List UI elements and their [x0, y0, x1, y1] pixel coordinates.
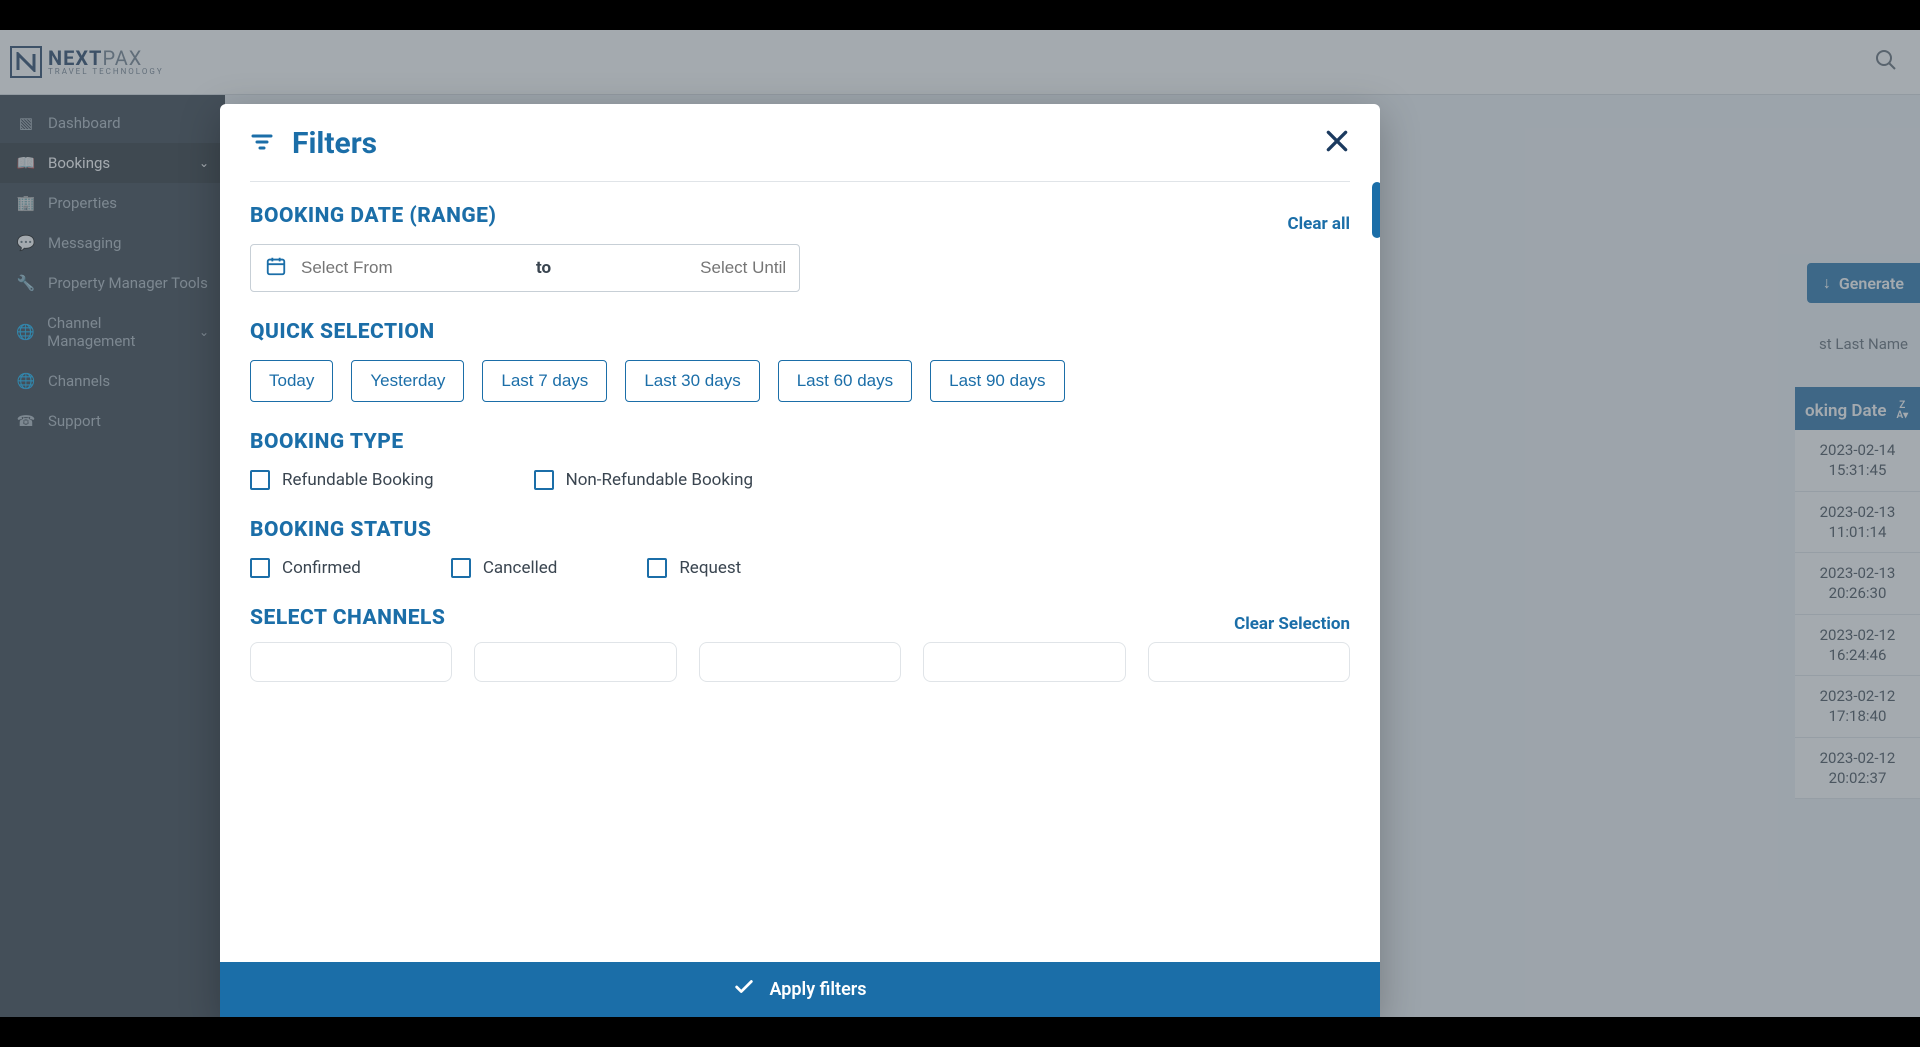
channel-card[interactable]	[250, 642, 452, 682]
sidebar-item-bookings[interactable]: 📖 Bookings ⌄	[0, 143, 225, 183]
sidebar-item-label: Properties	[48, 194, 117, 212]
sidebar-item-label: Support	[48, 412, 101, 430]
quick-90days-button[interactable]: Last 90 days	[930, 360, 1064, 402]
clear-all-link[interactable]: Clear all	[1288, 214, 1350, 234]
booking-status-row: Confirmed Cancelled Request	[250, 558, 1350, 578]
check-icon	[733, 976, 755, 1003]
channel-card[interactable]	[699, 642, 901, 682]
generate-label: Generate	[1839, 274, 1904, 293]
filter-icon	[250, 130, 274, 158]
sidebar-item-label: Channel Management	[47, 314, 187, 350]
sidebar-item-label: Messaging	[48, 234, 121, 252]
section-title-quick: QUICK SELECTION	[250, 320, 1350, 344]
sidebar-item-channel-mgmt[interactable]: 🌐 Channel Management ⌄	[0, 303, 225, 361]
chevron-down-icon: ⌄	[199, 156, 209, 170]
clear-selection-link[interactable]: Clear Selection	[1234, 614, 1350, 634]
checkbox-request[interactable]: Request	[647, 558, 741, 578]
download-icon: ↓	[1823, 273, 1831, 293]
logo: NEXTPAX TRAVEL TECHNOLOGY	[10, 46, 164, 78]
logo-subtext: TRAVEL TECHNOLOGY	[48, 68, 164, 76]
filters-modal: Filters BOOKING DATE (RANGE) Clear all t…	[220, 104, 1380, 1017]
dashboard-icon: ▧	[16, 114, 36, 132]
checkbox-label: Cancelled	[483, 558, 557, 578]
table-row[interactable]: 2023-02-12 16:24:46	[1795, 615, 1920, 677]
logo-text: NEXTPAX	[48, 48, 164, 68]
channel-card[interactable]	[923, 642, 1125, 682]
sidebar-item-channels[interactable]: 🌐 Channels	[0, 361, 225, 401]
quick-7days-button[interactable]: Last 7 days	[482, 360, 607, 402]
sidebar-item-properties[interactable]: 🏢 Properties	[0, 183, 225, 223]
quick-yesterday-button[interactable]: Yesterday	[351, 360, 464, 402]
support-icon: ☎	[16, 412, 36, 430]
section-title-type: BOOKING TYPE	[250, 430, 1350, 454]
checkbox-label: Non-Refundable Booking	[566, 470, 753, 490]
tools-icon: 🔧	[16, 274, 36, 292]
sidebar-item-support[interactable]: ☎ Support	[0, 401, 225, 441]
checkbox-box-icon	[534, 470, 554, 490]
section-title-channels: SELECT CHANNELS	[250, 606, 445, 630]
sidebar-item-label: Bookings	[48, 154, 110, 172]
sidebar-item-label: Property Manager Tools	[48, 274, 208, 292]
messaging-icon: 💬	[16, 234, 36, 252]
booking-date-cells: 2023-02-14 15:31:45 2023-02-13 11:01:14 …	[1795, 430, 1920, 799]
quick-today-button[interactable]: Today	[250, 360, 333, 402]
channel-card[interactable]	[474, 642, 676, 682]
checkbox-label: Confirmed	[282, 558, 361, 578]
checkbox-cancelled[interactable]: Cancelled	[451, 558, 557, 578]
apply-filters-label: Apply filters	[769, 979, 866, 1000]
date-from-input[interactable]	[301, 258, 522, 278]
close-icon[interactable]	[1324, 128, 1350, 159]
quick-selection-row: Today Yesterday Last 7 days Last 30 days…	[250, 360, 1350, 402]
scrollbar-thumb[interactable]	[1372, 182, 1380, 238]
date-to-label: to	[536, 258, 551, 278]
quick-30days-button[interactable]: Last 30 days	[625, 360, 759, 402]
checkbox-label: Refundable Booking	[282, 470, 434, 490]
column-header-booking-date[interactable]: oking Date ZA▾	[1795, 387, 1920, 435]
sort-icon: ZA▾	[1896, 401, 1908, 421]
channel-cards-row	[250, 642, 1350, 682]
sidebar-item-pm-tools[interactable]: 🔧 Property Manager Tools	[0, 263, 225, 303]
checkbox-confirmed[interactable]: Confirmed	[250, 558, 361, 578]
table-row[interactable]: 2023-02-13 20:26:30	[1795, 553, 1920, 615]
bookings-icon: 📖	[16, 154, 36, 172]
checkbox-box-icon	[451, 558, 471, 578]
quick-60days-button[interactable]: Last 60 days	[778, 360, 912, 402]
sidebar-item-dashboard[interactable]: ▧ Dashboard	[0, 103, 225, 143]
generate-button[interactable]: ↓ Generate	[1807, 263, 1920, 303]
table-row[interactable]: 2023-02-13 11:01:14	[1795, 492, 1920, 554]
properties-icon: 🏢	[16, 194, 36, 212]
section-title-status: BOOKING STATUS	[250, 518, 1350, 542]
table-row[interactable]: 2023-02-14 15:31:45	[1795, 430, 1920, 492]
channel-card[interactable]	[1148, 642, 1350, 682]
sidebar-item-label: Dashboard	[48, 114, 121, 132]
modal-header: Filters	[220, 104, 1380, 181]
checkbox-non-refundable[interactable]: Non-Refundable Booking	[534, 470, 753, 490]
checkbox-label: Request	[679, 558, 741, 578]
date-until-input[interactable]	[565, 258, 786, 278]
modal-body: BOOKING DATE (RANGE) Clear all to QUICK …	[220, 182, 1380, 962]
section-title-booking-date: BOOKING DATE (RANGE)	[250, 204, 496, 228]
checkbox-refundable[interactable]: Refundable Booking	[250, 470, 434, 490]
topbar: NEXTPAX TRAVEL TECHNOLOGY	[0, 30, 1920, 95]
column-label: oking Date	[1805, 401, 1886, 421]
globe-icon: 🌐	[16, 323, 35, 341]
table-row[interactable]: 2023-02-12 17:18:40	[1795, 676, 1920, 738]
logo-mark-icon	[10, 46, 42, 78]
search-icon[interactable]	[1874, 48, 1898, 76]
globe-icon: 🌐	[16, 372, 36, 390]
chevron-down-icon: ⌄	[199, 325, 209, 339]
guest-lastname-filter[interactable]: st Last Name	[1807, 325, 1920, 363]
checkbox-box-icon	[250, 558, 270, 578]
date-range-picker[interactable]: to	[250, 244, 800, 292]
checkbox-box-icon	[250, 470, 270, 490]
apply-filters-button[interactable]: Apply filters	[220, 962, 1380, 1017]
table-row[interactable]: 2023-02-12 20:02:37	[1795, 738, 1920, 800]
modal-title: Filters	[292, 126, 377, 161]
sidebar: ▧ Dashboard 📖 Bookings ⌄ 🏢 Properties 💬 …	[0, 95, 225, 1017]
sidebar-item-label: Channels	[48, 372, 110, 390]
checkbox-box-icon	[647, 558, 667, 578]
booking-type-row: Refundable Booking Non-Refundable Bookin…	[250, 470, 1350, 490]
calendar-icon	[265, 255, 287, 281]
sidebar-item-messaging[interactable]: 💬 Messaging	[0, 223, 225, 263]
